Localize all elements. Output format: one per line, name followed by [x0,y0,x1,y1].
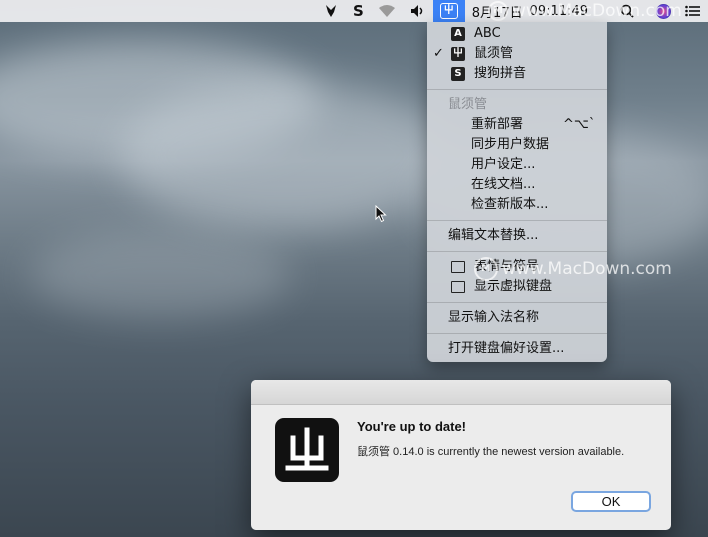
menu-item-label: 鼠须管 [474,46,514,61]
update-dialog: You're up to date! 鼠须管 0.14.0 is current… [251,380,671,530]
character-viewer-icon [451,261,465,273]
menu-item-label: ABC [474,26,501,41]
fox-status-icon[interactable] [316,0,346,22]
menu-item-user-settings[interactable]: 用户设定... [427,155,607,175]
menu-item-check-updates[interactable]: 检查新版本... [427,195,607,215]
menu-item-online-docs[interactable]: 在线文档... [427,175,607,195]
notification-center-icon[interactable] [678,0,708,22]
menu-item-label: 显示虚拟键盘 [474,279,553,294]
ok-button[interactable]: OK [571,491,651,512]
menu-item-show-ime-name[interactable]: 显示输入法名称 [427,308,607,328]
wifi-icon[interactable] [371,0,403,22]
menu-item-shortcut: ^⌥` [563,117,596,132]
volume-icon[interactable] [403,0,433,22]
menu-item-open-keyboard-prefs[interactable]: 打开键盘偏好设置... [427,339,607,359]
menu-item-label: 搜狗拼音 [474,66,527,81]
watermark-overlay: M www.MacDown.com [474,257,672,281]
menu-item-squirrel[interactable]: ✓ ⼬ 鼠须管 [427,44,607,64]
menu-item-sogou[interactable]: S 搜狗拼音 [427,64,607,84]
keyboard-icon [451,281,465,293]
dialog-message: 鼠须管 0.14.0 is currently the newest versi… [357,446,625,458]
watermark-text: www.MacDown.com [502,259,672,279]
dialog-titlebar[interactable] [251,380,671,405]
mouse-cursor-icon [375,204,387,227]
watermark-logo-icon: M [474,257,498,281]
input-method-dropdown: A ABC ✓ ⼬ 鼠须管 S 搜狗拼音 鼠须管 重新部署 ^⌥` 同步用户数据… [427,22,607,362]
sogou-icon: S [451,67,465,81]
squirrel-icon: ⼬ [451,47,465,61]
squirrel-ime-icon: ⼬ [439,3,458,19]
dialog-title: You're up to date! [357,419,467,434]
sogou-status-icon[interactable]: S [346,0,371,22]
menu-section-header: 鼠须管 [448,97,488,112]
menu-separator [427,251,607,252]
input-method-menu[interactable]: ⼬ [432,0,465,22]
menu-item-sync-user-data[interactable]: 同步用户数据 [427,135,607,155]
menu-item-abc[interactable]: A ABC [427,24,607,44]
menu-separator [427,333,607,334]
squirrel-app-icon [275,418,339,482]
watermark-top: M www.MacDown.com [488,1,682,21]
watermark-logo-icon: M [488,1,508,21]
menu-separator [427,89,607,90]
menu-item-edit-text-replacement[interactable]: 编辑文本替换... [427,226,607,246]
menu-item-redeploy[interactable]: 重新部署 ^⌥` [427,115,607,135]
checkmark-icon: ✓ [433,46,444,61]
abc-icon: A [451,27,465,41]
watermark-text: www.MacDown.com [512,1,682,21]
menu-item-label: 重新部署 [471,117,524,132]
menu-separator [427,302,607,303]
menu-separator [427,220,607,221]
